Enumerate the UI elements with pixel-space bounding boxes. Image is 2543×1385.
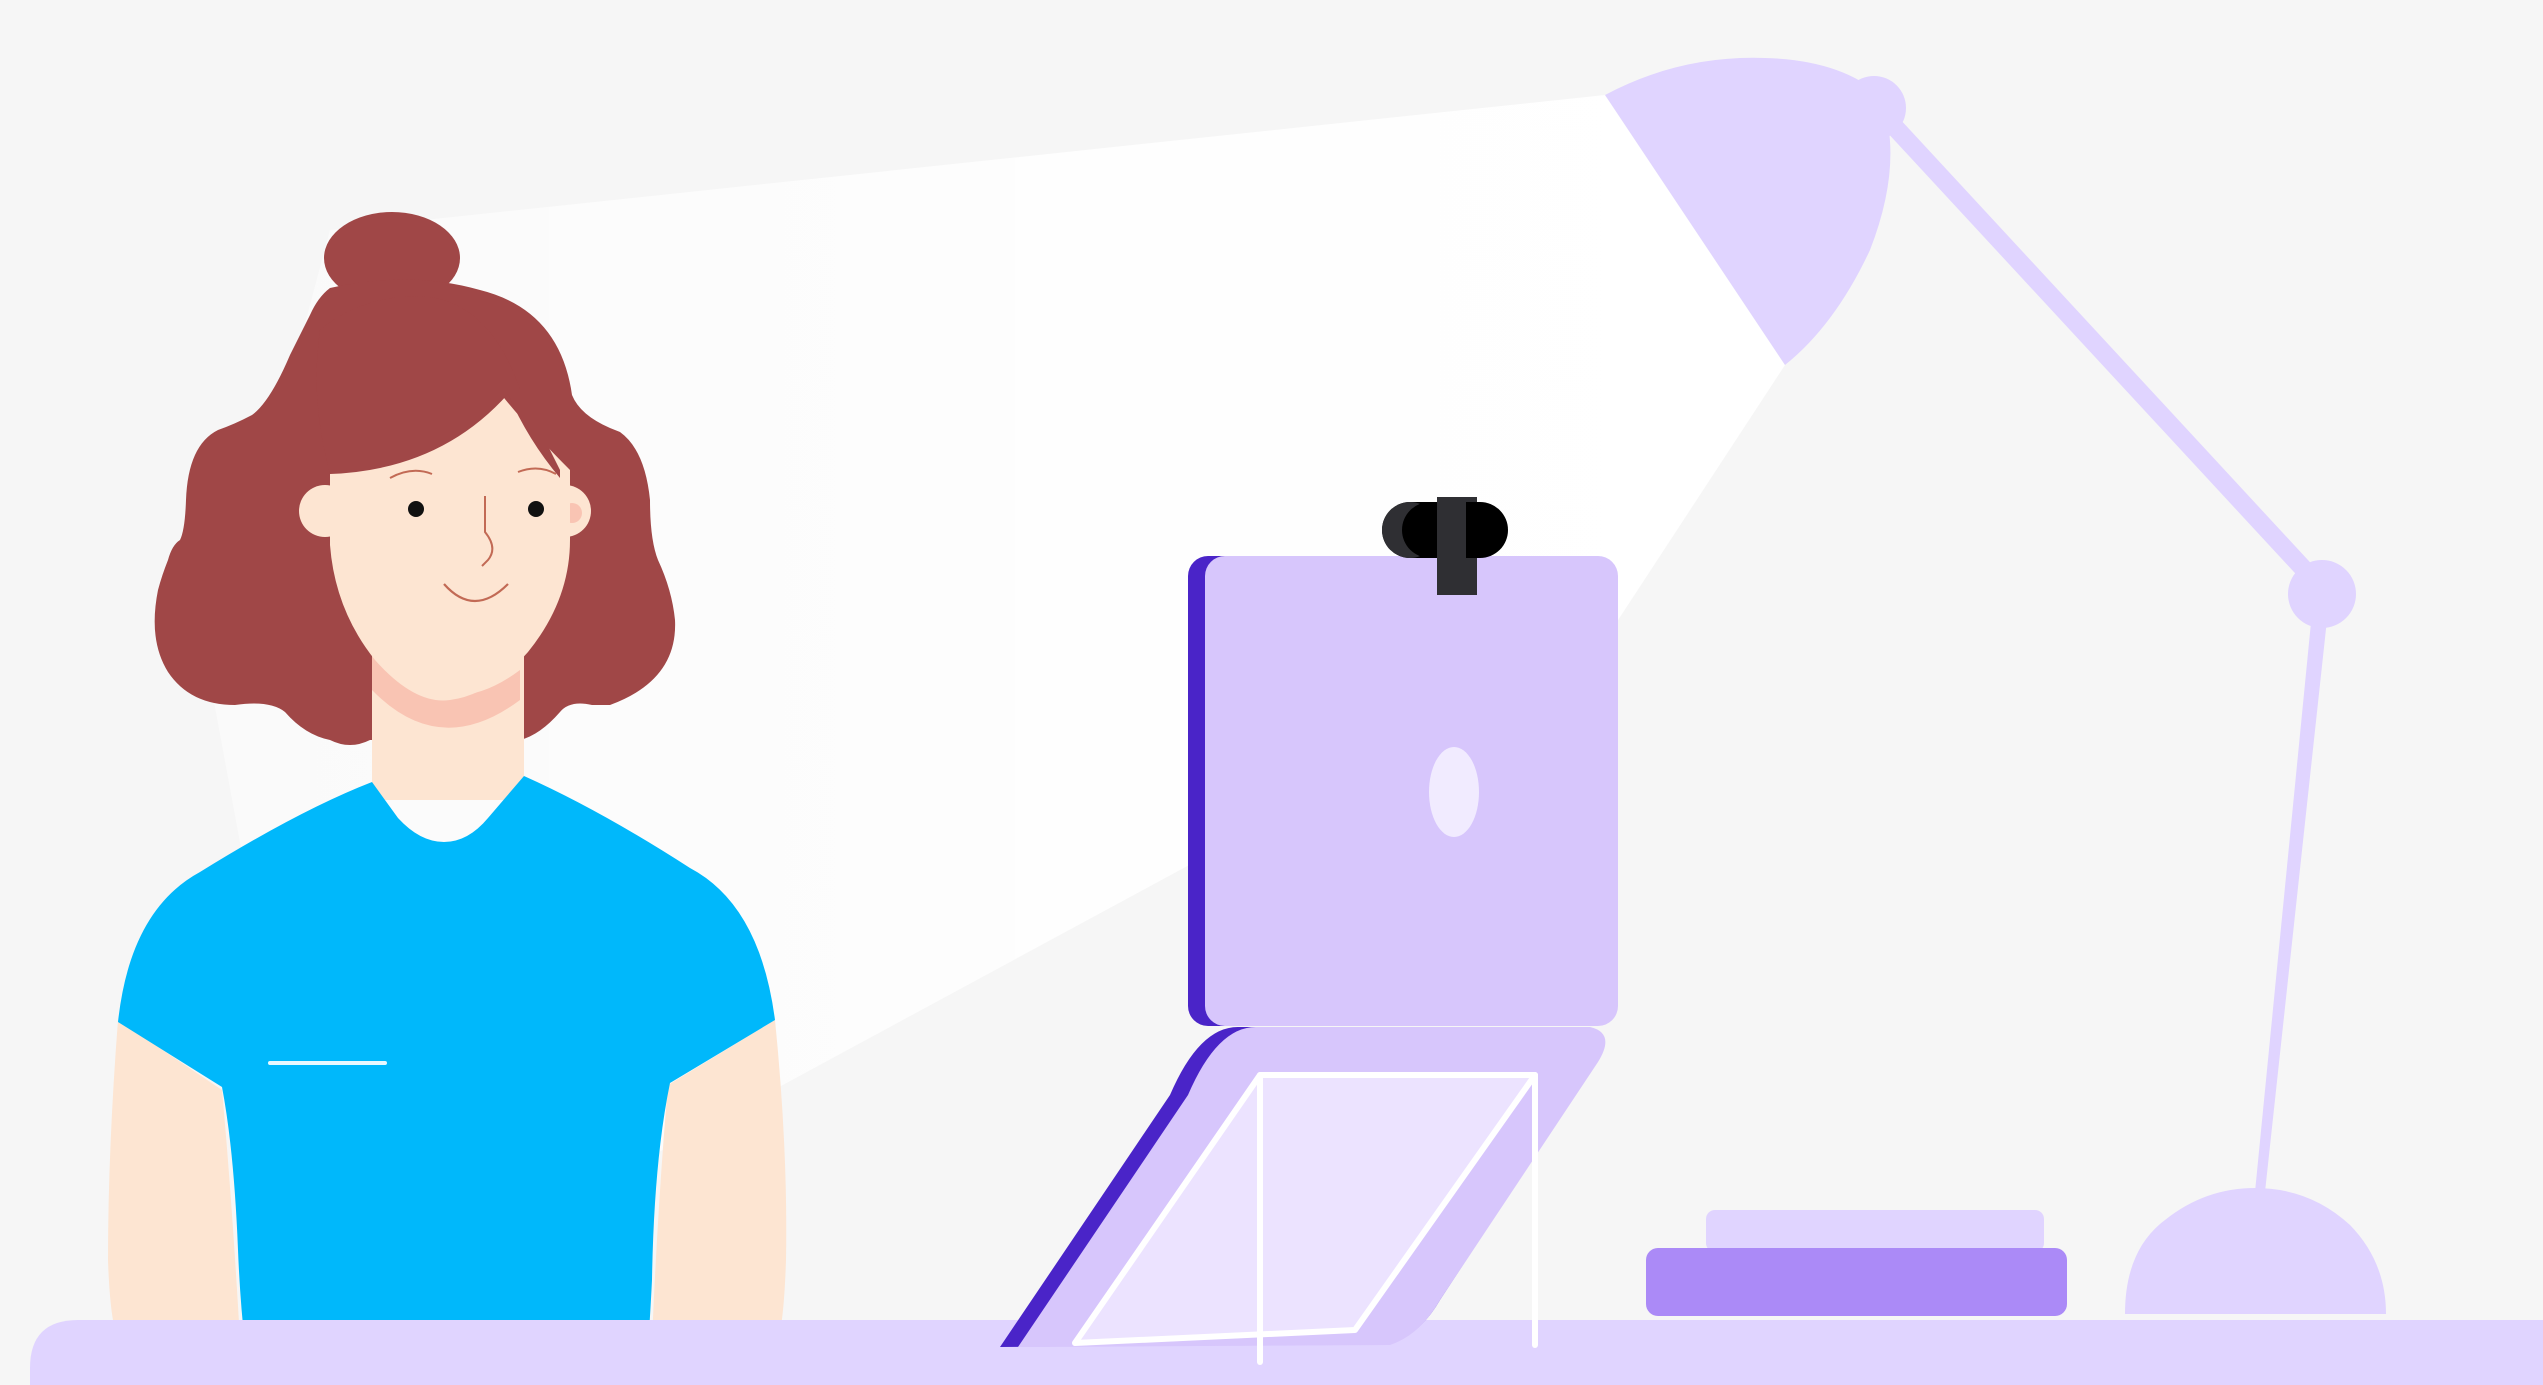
book-top: [1706, 1210, 2044, 1252]
laptop-lid: [1205, 556, 1618, 1026]
right-eye: [528, 501, 544, 517]
left-eye: [408, 501, 424, 517]
scene-svg: [0, 0, 2543, 1385]
laptop-logo: [1429, 747, 1479, 837]
lamp-elbow-joint: [2288, 560, 2356, 628]
lamp-head-joint: [1842, 76, 1906, 140]
illustration-scene: [0, 0, 2543, 1385]
book-stack: [1646, 1210, 2067, 1316]
webcam-clip-shadow: [1466, 502, 1480, 558]
book-bottom: [1646, 1248, 2067, 1316]
